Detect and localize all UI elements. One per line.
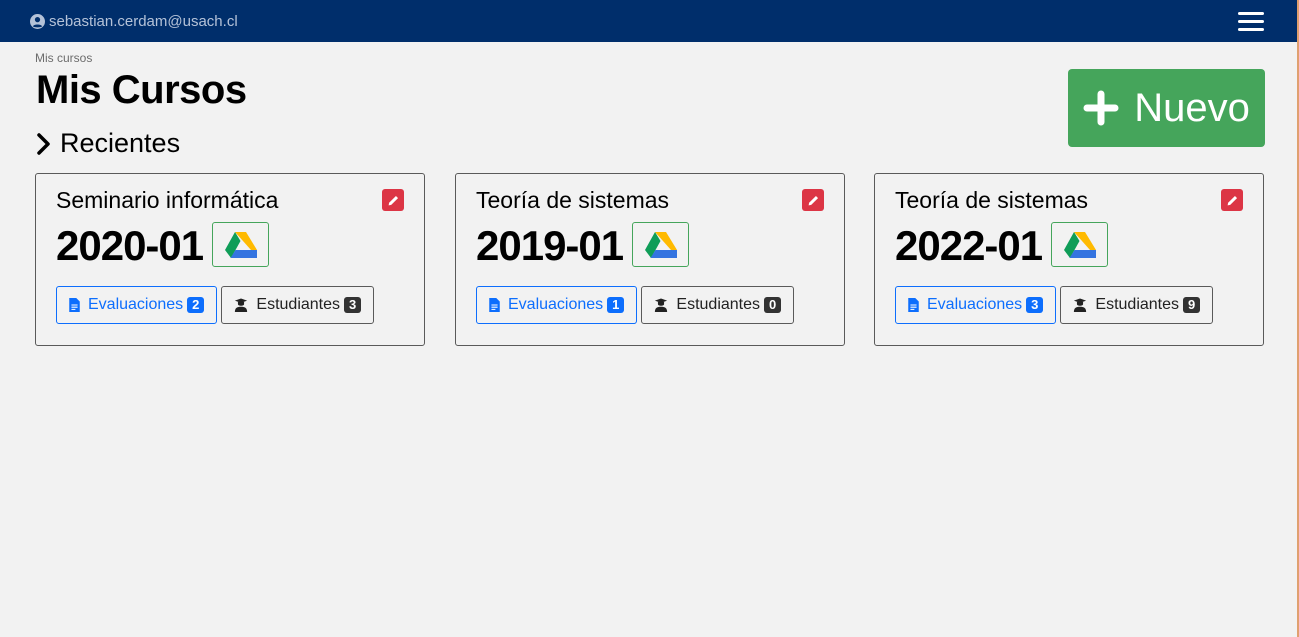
evaluations-count-badge: 1 xyxy=(607,297,625,313)
course-card: Seminario informática 2020-01 Evaluacion… xyxy=(35,173,425,346)
evaluations-button[interactable]: Evaluaciones 1 xyxy=(476,286,638,324)
user-email: sebastian.cerdam@usach.cl xyxy=(49,12,238,30)
evaluations-label: Evaluaciones xyxy=(88,296,184,313)
course-card: Teoría de sistemas 2022-01 Evaluaciones … xyxy=(874,173,1264,346)
plus-icon xyxy=(1083,90,1119,126)
edit-course-button[interactable] xyxy=(1221,189,1243,211)
user-circle-icon xyxy=(30,13,45,29)
students-count-badge: 3 xyxy=(344,297,362,313)
students-label: Estudiantes xyxy=(676,296,761,313)
recent-section-toggle[interactable]: Recientes xyxy=(36,128,180,159)
course-name: Seminario informática xyxy=(56,187,279,213)
evaluations-label: Evaluaciones xyxy=(508,296,604,313)
pencil-icon xyxy=(388,195,398,205)
course-name: Teoría de sistemas xyxy=(476,187,670,213)
graduate-icon xyxy=(1074,298,1087,312)
students-label: Estudiantes xyxy=(1095,296,1180,313)
course-card: Teoría de sistemas 2019-01 Evaluaciones … xyxy=(455,173,845,346)
evaluations-button[interactable]: Evaluaciones 2 xyxy=(56,286,218,324)
pencil-icon xyxy=(1227,195,1237,205)
section-label: Recientes xyxy=(60,128,181,158)
google-drive-button[interactable] xyxy=(212,222,269,267)
students-count-badge: 0 xyxy=(764,297,782,313)
top-navbar: sebastian.cerdam@usach.cl xyxy=(0,0,1297,42)
document-icon xyxy=(489,298,500,312)
edit-course-button[interactable] xyxy=(382,189,404,211)
students-button[interactable]: Estudiantes 3 xyxy=(221,286,375,324)
pencil-icon xyxy=(808,195,818,205)
document-icon xyxy=(908,298,919,312)
students-label: Estudiantes xyxy=(256,296,341,313)
breadcrumb[interactable]: Mis cursos xyxy=(35,51,92,65)
chevron-right-icon xyxy=(37,132,50,155)
google-drive-button[interactable] xyxy=(1051,222,1108,267)
evaluations-button[interactable]: Evaluaciones 3 xyxy=(895,286,1057,324)
students-count-badge: 9 xyxy=(1183,297,1201,313)
new-button-label: Nuevo xyxy=(1134,85,1250,130)
edit-course-button[interactable] xyxy=(802,189,824,211)
google-drive-icon xyxy=(1063,231,1096,258)
evaluations-count-badge: 3 xyxy=(1026,297,1044,313)
course-period: 2022-01 xyxy=(895,222,1043,269)
page-title: Mis Cursos xyxy=(36,68,247,112)
hamburger-icon[interactable] xyxy=(1238,11,1264,31)
students-button[interactable]: Estudiantes 0 xyxy=(641,286,795,324)
google-drive-button[interactable] xyxy=(632,222,689,267)
google-drive-icon xyxy=(224,231,257,258)
user-info[interactable]: sebastian.cerdam@usach.cl xyxy=(30,13,238,30)
document-icon xyxy=(69,298,80,312)
course-period: 2020-01 xyxy=(56,222,204,269)
graduate-icon xyxy=(235,298,248,312)
google-drive-icon xyxy=(644,231,677,258)
course-period: 2019-01 xyxy=(476,222,624,269)
graduate-icon xyxy=(655,298,668,312)
evaluations-count-badge: 2 xyxy=(187,297,205,313)
students-button[interactable]: Estudiantes 9 xyxy=(1060,286,1214,324)
course-name: Teoría de sistemas xyxy=(895,187,1089,213)
evaluations-label: Evaluaciones xyxy=(927,296,1023,313)
new-course-button[interactable]: Nuevo xyxy=(1068,69,1265,147)
